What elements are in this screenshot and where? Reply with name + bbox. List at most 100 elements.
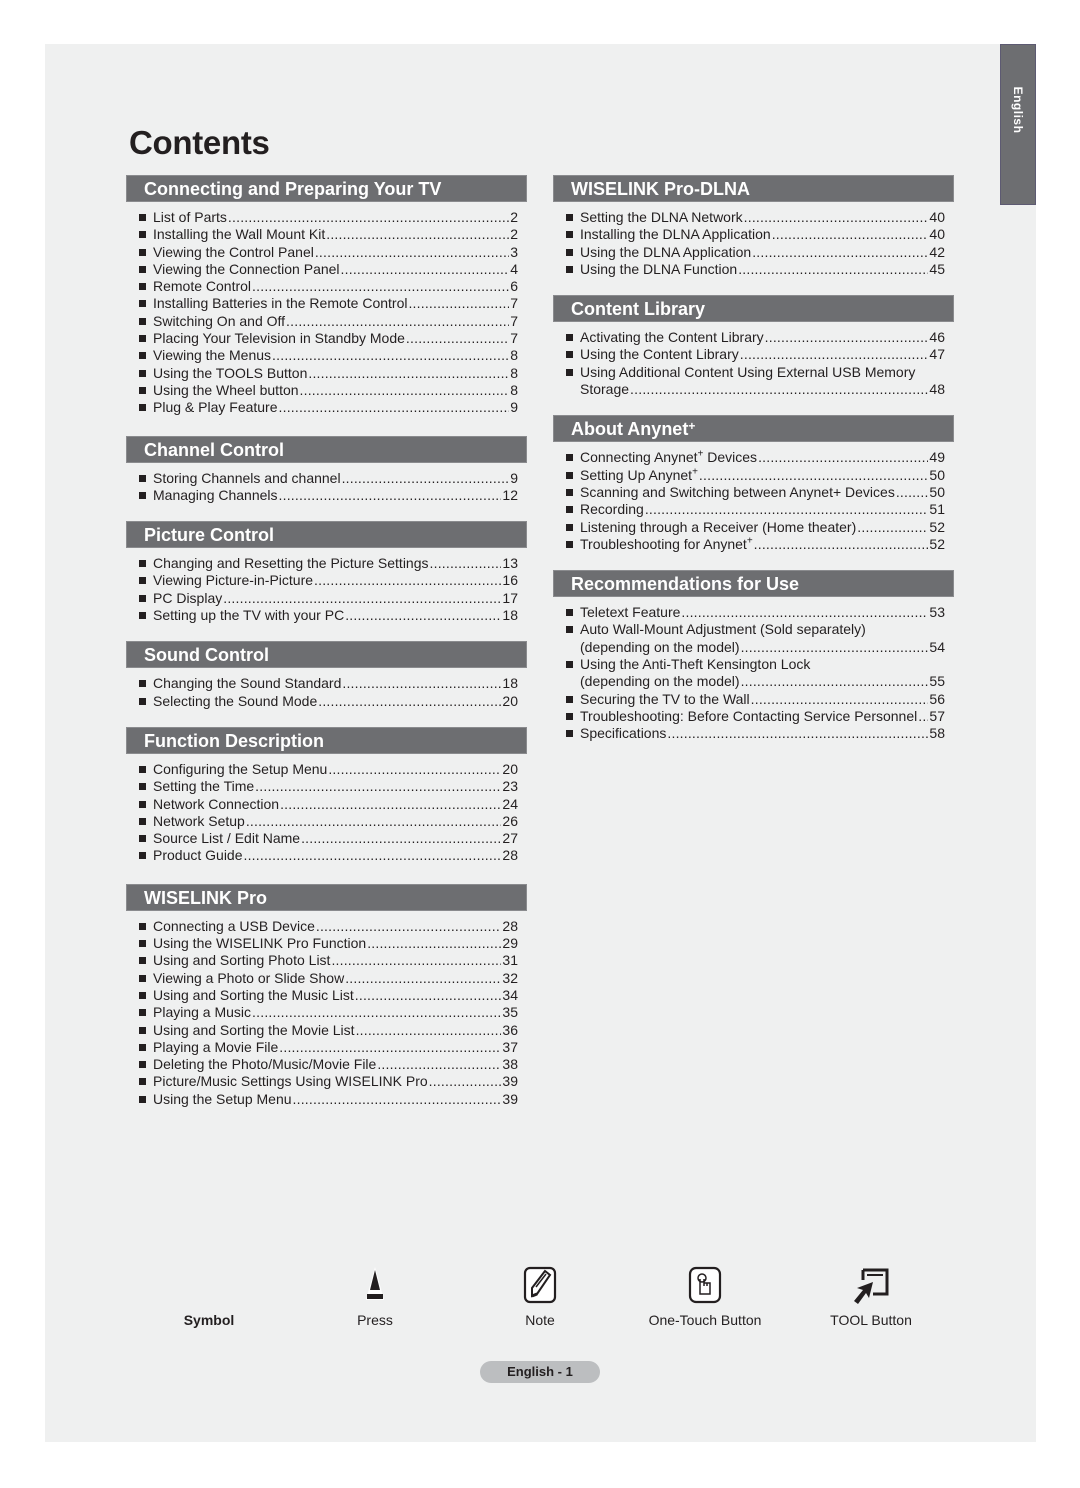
toc-entry[interactable]: PC Display 17 — [126, 590, 527, 607]
toc-entry-row: Network Setup 26 — [153, 813, 518, 830]
toc-entry-label-text: Using and Sorting the Music List — [153, 986, 354, 1003]
toc-entry[interactable]: Using the TOOLS Button 8 — [126, 365, 527, 382]
toc-entry[interactable]: Changing and Resetting the Picture Setti… — [126, 555, 527, 572]
square-bullet-icon — [566, 471, 573, 479]
toc-entry[interactable]: Setting the DLNA Network 40 — [553, 209, 954, 226]
toc-entry-label-text: Viewing the Menus — [153, 347, 272, 364]
toc-entry-label-text: Using the Wheel button — [153, 381, 299, 398]
toc-entry[interactable]: Product Guide 28 — [126, 847, 527, 864]
toc-entry[interactable]: Deleting the Photo/Music/Movie File 38 — [126, 1056, 527, 1073]
toc-entry-label-text: Connecting a USB Device — [153, 917, 315, 934]
toc-entry-label-text: Storing Channels and channel — [153, 469, 341, 486]
toc-entry[interactable]: Using Additional Content Using External … — [553, 364, 954, 399]
toc-entry[interactable]: Listening through a Receiver (Home theat… — [553, 519, 954, 536]
toc-entry[interactable]: List of Parts 2 — [126, 209, 527, 226]
toc-entry-page-number: 42 — [929, 243, 945, 260]
toc-entry[interactable]: Viewing a Photo or Slide Show 32 — [126, 970, 527, 987]
toc-entry[interactable]: Using the DLNA Function 45 — [553, 261, 954, 278]
toc-entry[interactable]: Managing Channels 12 — [126, 487, 527, 504]
square-bullet-icon — [139, 922, 146, 930]
toc-entry[interactable]: Changing the Sound Standard 18 — [126, 675, 527, 692]
toc-entry-page-number: 40 — [929, 226, 945, 243]
toc-entry[interactable]: Installing the DLNA Application 40 — [553, 226, 954, 243]
toc-entry[interactable]: Troubleshooting for Anynet+52 — [553, 536, 954, 553]
toc-entry[interactable]: Using and Sorting the Music List 34 — [126, 987, 527, 1004]
toc-entry-row: Using the DLNA Application 42 — [580, 244, 945, 261]
toc-entry[interactable]: Securing the TV to the Wall 56 — [553, 691, 954, 708]
toc-entry[interactable]: Troubleshooting: Before Contacting Servi… — [553, 708, 954, 725]
toc-entry[interactable]: Viewing the Menus 8 — [126, 347, 527, 364]
symbol-legend: Symbol Press Note One-Touch Button TOOL … — [0, 1262, 1080, 1342]
dot-leader — [279, 487, 502, 504]
toc-entry-page-number: 58 — [929, 725, 945, 742]
toc-entry[interactable]: Setting up the TV with your PC 18 — [126, 607, 527, 624]
toc-entry[interactable]: Using the Anti-Theft Kensington Lock (dep… — [553, 656, 954, 691]
toc-entry[interactable]: Viewing the Connection Panel 4 — [126, 261, 527, 278]
dot-leader — [314, 572, 501, 589]
toc-entry[interactable]: Activating the Content Library 46 — [553, 329, 954, 346]
toc-entry[interactable]: Configuring the Setup Menu 20 — [126, 761, 527, 778]
toc-entry-row: Playing a Music 35 — [153, 1004, 518, 1021]
toc-entry-label: Using and Sorting the Music List — [153, 987, 354, 1004]
dot-leader — [738, 261, 928, 278]
toc-entry[interactable]: Installing Batteries in the Remote Contr… — [126, 295, 527, 312]
toc-entry[interactable]: Viewing the Control Panel 3 — [126, 244, 527, 261]
toc-entry-label-text: (depending on the model) — [580, 673, 740, 690]
toc-entry-row: Setting the DLNA Network 40 — [580, 209, 945, 226]
dot-leader — [896, 484, 929, 501]
toc-entry-label-text: Placing Your Television in Standby Mode — [153, 330, 405, 347]
toc-entry[interactable]: Placing Your Television in Standby Mode 7 — [126, 330, 527, 347]
toc-entry[interactable]: Recording 51 — [553, 501, 954, 518]
toc-entry[interactable]: Auto Wall-Mount Adjustment (Sold separat… — [553, 621, 954, 656]
toc-entry-label-text: Source List / Edit Name — [153, 830, 301, 847]
toc-entry-page-number: 36 — [502, 1021, 518, 1038]
toc-section: Channel Control Storing Channels and chan… — [126, 435, 527, 505]
dot-leader — [252, 278, 509, 295]
toc-entry[interactable]: Playing a Music 35 — [126, 1004, 527, 1021]
toc-entry[interactable]: Connecting a USB Device 28 — [126, 918, 527, 935]
toc-item-list: Setting the DLNA Network40Installing the… — [553, 202, 954, 278]
square-bullet-icon — [139, 835, 146, 843]
press-icon — [364, 1266, 386, 1307]
toc-entry-label: Using and Sorting Photo List — [153, 952, 330, 969]
toc-entry[interactable]: Using the Wheel button 8 — [126, 382, 527, 399]
toc-entry-label-text: Using the TOOLS Button — [153, 364, 308, 381]
toc-item-list: Storing Channels and channel9Managing Ch… — [126, 463, 527, 505]
toc-entry[interactable]: Using and Sorting Photo List 31 — [126, 952, 527, 969]
toc-entry[interactable]: Using the WISELINK Pro Function 29 — [126, 935, 527, 952]
page-title: Contents — [129, 124, 270, 161]
toc-entry-row: Using the DLNA Function 45 — [580, 261, 945, 278]
square-bullet-icon — [139, 680, 146, 688]
toc-entry[interactable]: Viewing Picture-in-Picture 16 — [126, 572, 527, 589]
toc-entry[interactable]: Connecting Anynet+ Devices 49 — [553, 449, 954, 466]
toc-entry[interactable]: Playing a Movie File 37 — [126, 1039, 527, 1056]
toc-entry[interactable]: Source List / Edit Name 27 — [126, 830, 527, 847]
toc-entry[interactable]: Using the Setup Menu 39 — [126, 1091, 527, 1108]
toc-entry[interactable]: Teletext Feature 53 — [553, 604, 954, 621]
section-title: Recommendations for Use — [571, 574, 800, 595]
toc-entry[interactable]: Selecting the Sound Mode 20 — [126, 693, 527, 710]
toc-entry-label-text: PC Display — [153, 589, 223, 606]
toc-entry[interactable]: Using the DLNA Application 42 — [553, 244, 954, 261]
toc-entry[interactable]: Installing the Wall Mount Kit 2 — [126, 226, 527, 243]
toc-entry[interactable]: Network Connection 24 — [126, 796, 527, 813]
toc-entry[interactable]: Specifications 58 — [553, 725, 954, 742]
toc-entry-label-text: Installing Batteries in the Remote Contr… — [153, 295, 408, 312]
toc-entry-label-text: Selecting the Sound Mode — [153, 692, 318, 709]
toc-entry[interactable]: Setting the Time 23 — [126, 778, 527, 795]
toc-entry[interactable]: Network Setup 26 — [126, 813, 527, 830]
toc-entry[interactable]: Remote Control 6 — [126, 278, 527, 295]
toc-entry-label-text: Managing Channels — [153, 486, 278, 503]
toc-entry[interactable]: Setting Up Anynet+50 — [553, 467, 954, 484]
toc-entry[interactable]: Picture/Music Settings Using WISELINK Pr… — [126, 1073, 527, 1090]
section-header: Recommendations for Use — [553, 570, 954, 598]
toc-entry[interactable]: Using and Sorting the Movie List 36 — [126, 1022, 527, 1039]
toc-entry[interactable]: Plug & Play Feature 9 — [126, 399, 527, 416]
toc-entry[interactable]: Switching On and Off 7 — [126, 313, 527, 330]
toc-entry-row: Using the Wheel button 8 — [153, 382, 518, 399]
toc-entry[interactable]: Using the Content Library 47 — [553, 346, 954, 363]
toc-entry[interactable]: Scanning and Switching between Anynet+ D… — [553, 484, 954, 501]
toc-entry[interactable]: Storing Channels and channel 9 — [126, 470, 527, 487]
toc-entry-label-text: Network Setup — [153, 812, 245, 829]
toc-entry-label: Setting the Time — [153, 778, 254, 795]
